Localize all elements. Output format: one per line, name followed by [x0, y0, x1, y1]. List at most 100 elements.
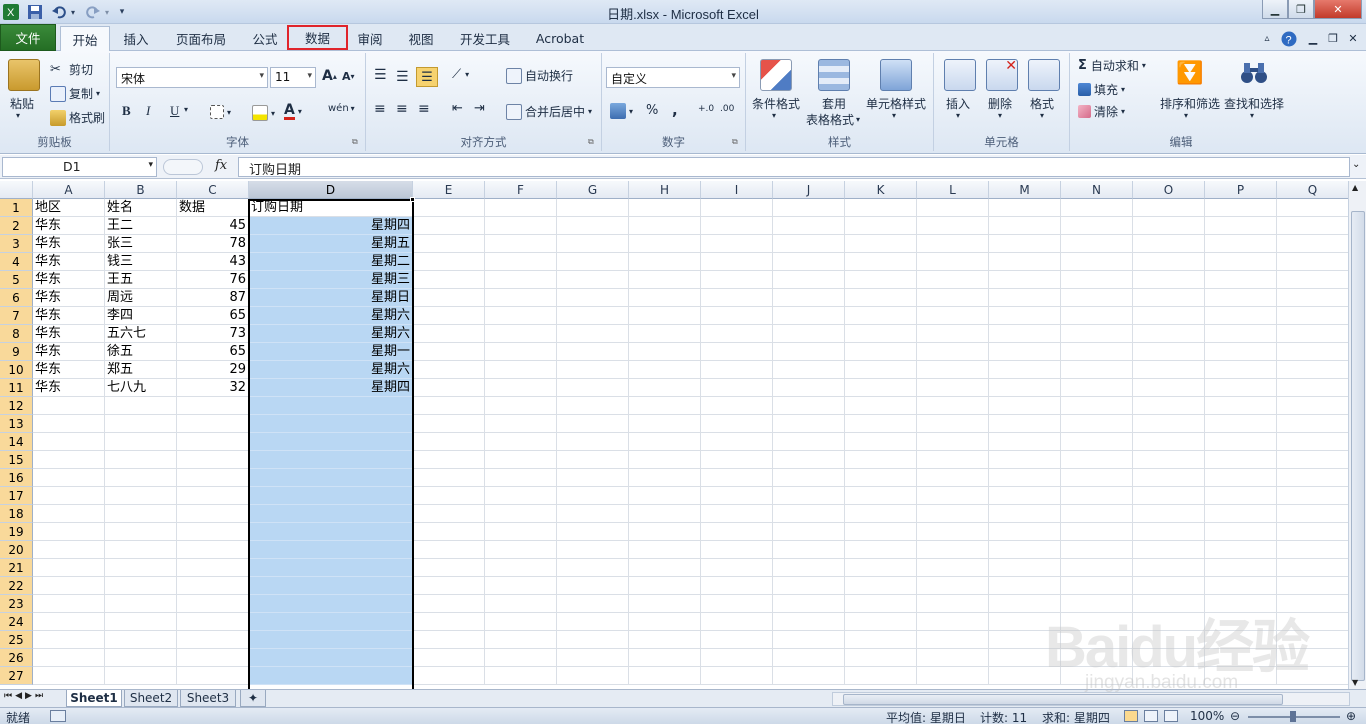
row-header-19[interactable]: 19 [0, 523, 33, 541]
cell-a3[interactable]: 华东 [33, 235, 105, 253]
cell-h8[interactable] [629, 325, 701, 343]
font-dialog-launcher-icon[interactable]: ⧉ [352, 137, 358, 147]
cell-e17[interactable] [413, 487, 485, 505]
cell-q20[interactable] [1277, 541, 1348, 559]
cell-a9[interactable]: 华东 [33, 343, 105, 361]
cell-e12[interactable] [413, 397, 485, 415]
cell-n23[interactable] [1061, 595, 1133, 613]
cell-c23[interactable] [177, 595, 249, 613]
cell-f15[interactable] [485, 451, 557, 469]
zoom-out-icon[interactable]: ⊖ [1230, 709, 1240, 723]
cell-f4[interactable] [485, 253, 557, 271]
column-header-j[interactable]: J [773, 181, 845, 199]
normal-view-icon[interactable] [1124, 710, 1138, 722]
doc-minimize-icon[interactable]: ▁ [1304, 26, 1322, 51]
cell-l7[interactable] [917, 307, 989, 325]
cell-d7[interactable]: 星期六 [249, 307, 413, 325]
cell-c25[interactable] [177, 631, 249, 649]
cell-o15[interactable] [1133, 451, 1205, 469]
cell-h27[interactable] [629, 667, 701, 685]
cell-q16[interactable] [1277, 469, 1348, 487]
column-header-e[interactable]: E [413, 181, 485, 199]
cell-l6[interactable] [917, 289, 989, 307]
cell-e24[interactable] [413, 613, 485, 631]
find-select-button[interactable]: 查找和选择 [1224, 95, 1284, 112]
cell-l20[interactable] [917, 541, 989, 559]
formula-input[interactable]: 订购日期 [238, 157, 1350, 178]
cell-p16[interactable] [1205, 469, 1277, 487]
cell-e25[interactable] [413, 631, 485, 649]
cell-q22[interactable] [1277, 577, 1348, 595]
cell-e19[interactable] [413, 523, 485, 541]
cell-d21[interactable] [249, 559, 413, 577]
cell-e3[interactable] [413, 235, 485, 253]
macro-record-icon[interactable] [50, 710, 66, 722]
insert-sheet-icon[interactable]: ✦ [240, 690, 266, 707]
cell-o19[interactable] [1133, 523, 1205, 541]
row-header-11[interactable]: 11 [0, 379, 33, 397]
cell-q17[interactable] [1277, 487, 1348, 505]
cell-e23[interactable] [413, 595, 485, 613]
cell-l11[interactable] [917, 379, 989, 397]
cell-p8[interactable] [1205, 325, 1277, 343]
cell-p11[interactable] [1205, 379, 1277, 397]
zoom-level[interactable]: 100% [1190, 709, 1224, 723]
cell-b16[interactable] [105, 469, 177, 487]
cell-g10[interactable] [557, 361, 629, 379]
cell-i12[interactable] [701, 397, 773, 415]
cell-i21[interactable] [701, 559, 773, 577]
cell-k17[interactable] [845, 487, 917, 505]
cell-b2[interactable]: 王二 [105, 217, 177, 235]
cell-c16[interactable] [177, 469, 249, 487]
cell-m3[interactable] [989, 235, 1061, 253]
cell-d22[interactable] [249, 577, 413, 595]
format-painter-button[interactable]: 格式刷 [50, 109, 105, 126]
cell-i23[interactable] [701, 595, 773, 613]
column-header-m[interactable]: M [989, 181, 1061, 199]
cell-g11[interactable] [557, 379, 629, 397]
number-dialog-launcher-icon[interactable]: ⧉ [732, 137, 738, 147]
cell-j20[interactable] [773, 541, 845, 559]
cell-h1[interactable] [629, 199, 701, 217]
cell-k2[interactable] [845, 217, 917, 235]
align-bottom-icon[interactable]: ☰ [416, 67, 438, 87]
cell-n10[interactable] [1061, 361, 1133, 379]
cut-button[interactable]: ✂ 剪切 [50, 61, 93, 78]
cell-p2[interactable] [1205, 217, 1277, 235]
cell-f16[interactable] [485, 469, 557, 487]
cell-f13[interactable] [485, 415, 557, 433]
cell-h18[interactable] [629, 505, 701, 523]
font-size-select[interactable]: 11 ▾ [270, 67, 316, 88]
conditional-format-button[interactable]: 条件格式 [752, 95, 800, 112]
cell-d20[interactable] [249, 541, 413, 559]
row-header-3[interactable]: 3 [0, 235, 33, 253]
cell-q23[interactable] [1277, 595, 1348, 613]
cell-f10[interactable] [485, 361, 557, 379]
cell-e13[interactable] [413, 415, 485, 433]
row-header-1[interactable]: 1 [0, 199, 33, 217]
cell-f5[interactable] [485, 271, 557, 289]
cell-m23[interactable] [989, 595, 1061, 613]
align-left-icon[interactable]: ≡ [374, 101, 386, 117]
cell-f2[interactable] [485, 217, 557, 235]
cell-n15[interactable] [1061, 451, 1133, 469]
cell-n26[interactable] [1061, 649, 1133, 667]
cell-b14[interactable] [105, 433, 177, 451]
column-header-o[interactable]: O [1133, 181, 1205, 199]
cell-d16[interactable] [249, 469, 413, 487]
cell-f19[interactable] [485, 523, 557, 541]
cell-j24[interactable] [773, 613, 845, 631]
cell-p23[interactable] [1205, 595, 1277, 613]
cell-c1[interactable]: 数据 [177, 199, 249, 217]
cell-i1[interactable] [701, 199, 773, 217]
cell-o22[interactable] [1133, 577, 1205, 595]
tab-view[interactable]: 视图 [400, 26, 442, 51]
cell-p20[interactable] [1205, 541, 1277, 559]
paste-button[interactable]: 粘贴 [10, 95, 34, 112]
cell-j9[interactable] [773, 343, 845, 361]
cell-j1[interactable] [773, 199, 845, 217]
cell-p18[interactable] [1205, 505, 1277, 523]
cell-h19[interactable] [629, 523, 701, 541]
row-header-13[interactable]: 13 [0, 415, 33, 433]
cell-l12[interactable] [917, 397, 989, 415]
